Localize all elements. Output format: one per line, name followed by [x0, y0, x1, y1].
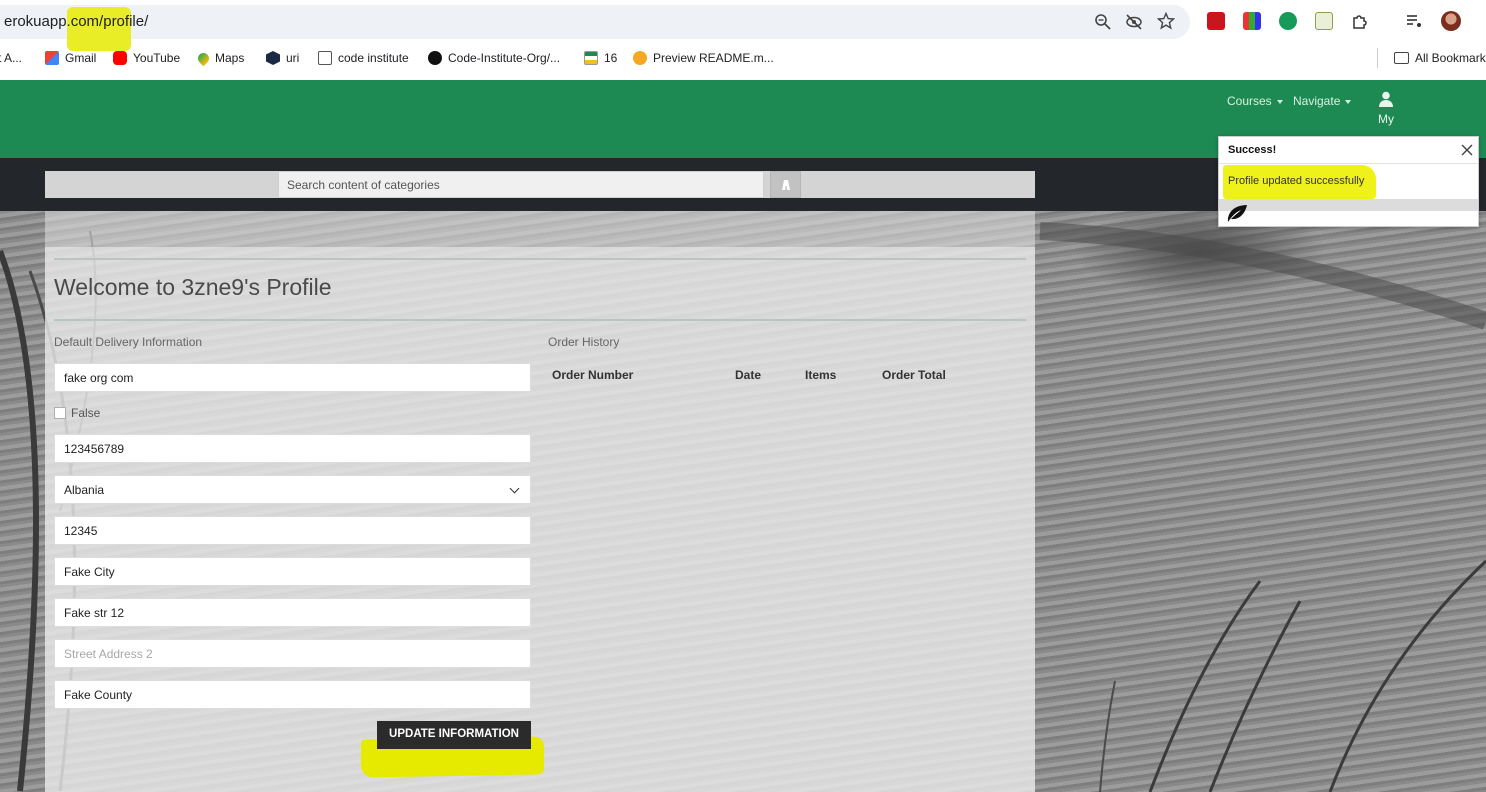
update-information-button[interactable]: UPDATE INFORMATION	[377, 721, 531, 749]
url-text: erokuapp.com/profile/	[4, 13, 149, 30]
bookmark-label: 16	[604, 51, 618, 65]
bookmark-uri[interactable]: uri	[266, 51, 299, 65]
bookmark-maps[interactable]: Maps	[195, 50, 245, 66]
bookmark-youtube[interactable]: YouTube	[113, 51, 180, 65]
eye-off-icon[interactable]	[1125, 13, 1143, 31]
county-field[interactable]: Fake County	[54, 680, 531, 709]
street-address-1-field[interactable]: Fake str 12	[54, 598, 531, 627]
nav-courses[interactable]: Courses	[1227, 94, 1283, 108]
toast-footer	[1219, 199, 1478, 211]
star-icon[interactable]	[1157, 12, 1175, 30]
street-address-2-field[interactable]: Street Address 2	[54, 639, 531, 668]
city-field[interactable]: Fake City	[54, 557, 531, 586]
puzzle-icon[interactable]	[1351, 12, 1369, 30]
bookmark-label: t A...	[0, 51, 23, 65]
avatar[interactable]	[1441, 11, 1461, 31]
browser-chrome: erokuapp.com/profile/ t A... Gmail YouTu…	[0, 0, 1486, 80]
bookmark-label: YouTube	[133, 51, 181, 65]
checkbox-label: False	[71, 406, 101, 420]
close-icon[interactable]	[1460, 143, 1474, 157]
order-number-header: Order Number	[552, 368, 634, 382]
save-info-checkbox[interactable]	[54, 407, 66, 419]
items-header: Items	[805, 368, 837, 382]
bookmark-16[interactable]: 16	[584, 51, 617, 65]
search-strip: Search content of categories	[45, 171, 1035, 198]
caret-down-icon	[1276, 99, 1283, 104]
my-account-link[interactable]: My	[1378, 112, 1394, 126]
pdf-extension-icon[interactable]	[1207, 12, 1225, 30]
leaf-icon	[1227, 205, 1247, 222]
divider	[54, 319, 1026, 321]
chevron-down-icon	[509, 483, 520, 494]
country-value: Albania	[64, 483, 105, 497]
grammarly-icon[interactable]	[1279, 12, 1297, 30]
github-icon	[428, 51, 442, 65]
bookmark-label: Preview README.m...	[653, 51, 774, 65]
postcode-field[interactable]: 12345	[54, 516, 531, 545]
panel-top-shade	[45, 211, 1035, 247]
media-icon[interactable]	[1405, 12, 1423, 30]
bookmarks-bar: t A... Gmail YouTube Maps uri code insti…	[0, 46, 1486, 72]
uri-icon	[266, 51, 280, 65]
bookmark-preview[interactable]: Preview README.m...	[633, 51, 774, 65]
delivery-info-label: Default Delivery Information	[54, 335, 203, 349]
bookmark-gmail[interactable]: Gmail	[45, 51, 96, 65]
sheet-extension-icon[interactable]	[1315, 12, 1333, 30]
search-input[interactable]: Search content of categories	[278, 171, 764, 198]
phone-field[interactable]: 123456789	[54, 434, 531, 463]
toast-header: Success!	[1219, 137, 1478, 164]
bookmark-item[interactable]: t A...	[0, 51, 22, 65]
divider	[54, 258, 1026, 260]
zoom-icon[interactable]	[1094, 13, 1112, 31]
gmail-icon	[45, 51, 59, 65]
nav-navigate[interactable]: Navigate	[1293, 94, 1352, 108]
nav-navigate-label: Navigate	[1293, 94, 1341, 108]
bookmark-code-institute[interactable]: code institute	[318, 51, 409, 65]
bookmark-label: Code-Institute-Org/...	[448, 51, 561, 65]
order-history-label: Order History	[548, 335, 620, 349]
user-icon[interactable]	[1379, 91, 1393, 107]
bookmark-label: Maps	[215, 51, 245, 65]
bookmark-label: Gmail	[65, 51, 97, 65]
success-toast: Success! Profile updated successfully	[1218, 136, 1479, 227]
toast-title: Success!	[1228, 144, 1277, 156]
full-name-field[interactable]: fake org com	[54, 363, 531, 392]
bookmark-github[interactable]: Code-Institute-Org/...	[428, 51, 560, 65]
bookmark-label: uri	[286, 51, 300, 65]
code-institute-icon	[318, 51, 332, 65]
color-extension-icon[interactable]	[1243, 12, 1261, 30]
order-total-header: Order Total	[882, 368, 946, 382]
nav-courses-label: Courses	[1227, 94, 1272, 108]
date-header: Date	[735, 368, 762, 382]
country-select[interactable]: Albania	[54, 475, 531, 504]
all-bookmarks-label: All Bookmark	[1415, 51, 1486, 65]
bookmark-label: code institute	[338, 51, 409, 65]
search-button[interactable]	[770, 171, 801, 198]
search-icon	[782, 180, 790, 190]
toast-message: Profile updated successfully	[1228, 175, 1365, 187]
all-bookmarks[interactable]: All Bookmark	[1394, 51, 1486, 65]
youtube-icon	[113, 51, 127, 65]
caret-down-icon	[1345, 99, 1352, 104]
address-bar[interactable]: erokuapp.com/profile/	[0, 5, 1190, 51]
maps-icon	[195, 50, 212, 66]
preview-icon	[633, 51, 647, 65]
page-title: Welcome to 3zne9's Profile	[54, 274, 332, 300]
divider	[1377, 48, 1378, 68]
flag-icon	[584, 51, 598, 65]
folder-icon	[1394, 52, 1409, 64]
